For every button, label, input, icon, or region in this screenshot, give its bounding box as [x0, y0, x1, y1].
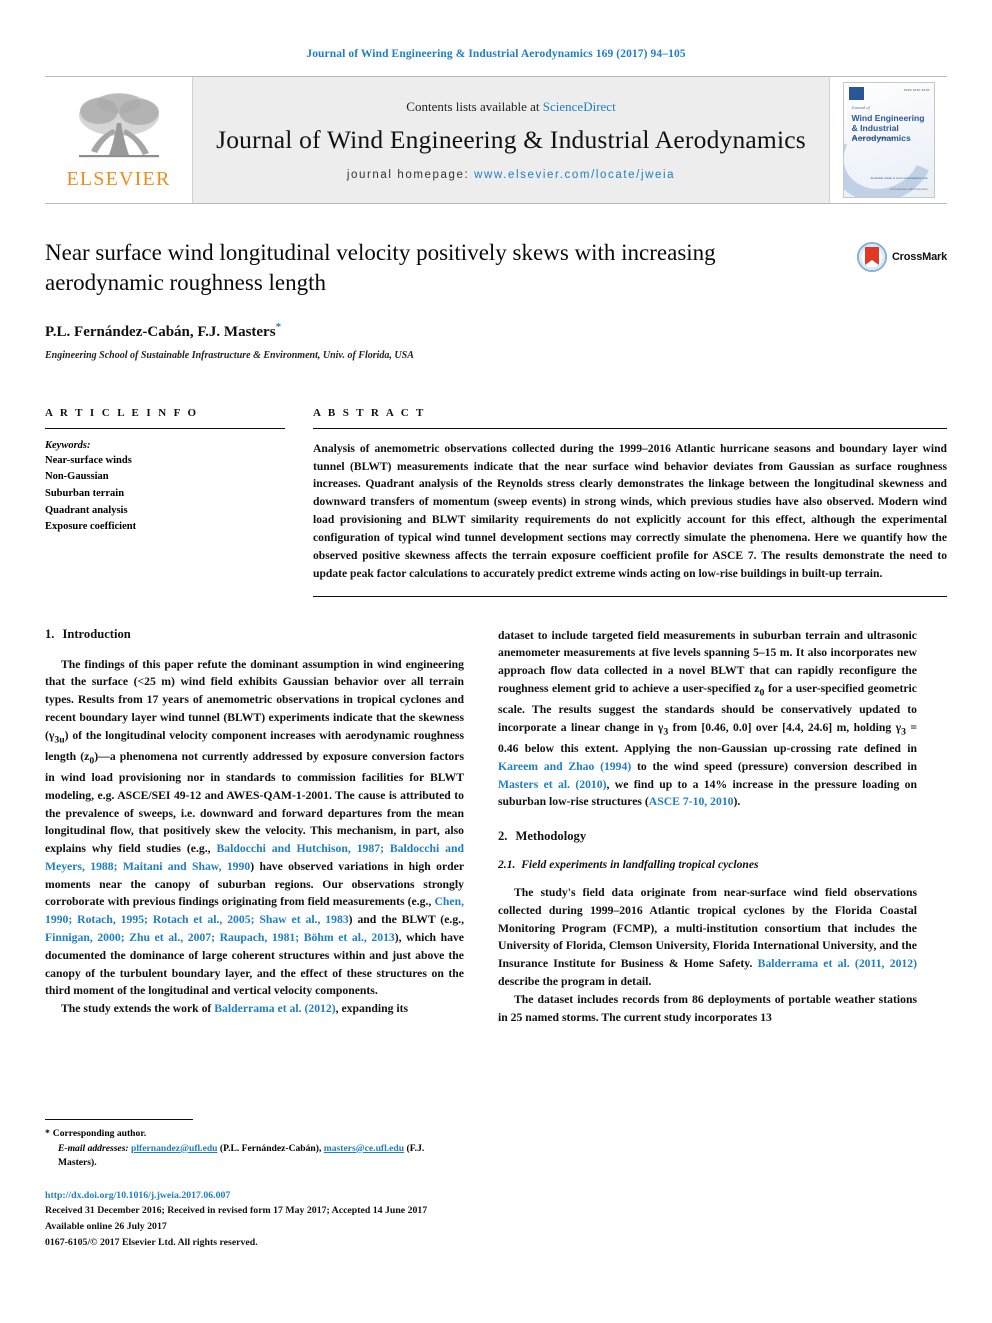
article-info-column: A R T I C L E I N F O Keywords: Near-sur… [45, 407, 285, 597]
body-column-right: dataset to include targeted field measur… [498, 627, 917, 1027]
section-heading-introduction: 1. Introduction [45, 627, 464, 642]
section-title: Methodology [515, 829, 587, 844]
body-columns: 1. Introduction The findings of this pape… [45, 627, 947, 1027]
intro2-text-f: to the wind speed (pressure) conversion … [631, 759, 917, 773]
cover-pre-title: Journal of [851, 105, 870, 110]
journal-title: Journal of Wind Engineering & Industrial… [216, 125, 806, 154]
abstract-heading: A B S T R A C T [313, 406, 426, 419]
article-info-rule [45, 427, 285, 429]
publication-metadata: http://dx.doi.org/10.1016/j.jweia.2017.0… [45, 1188, 464, 1251]
cover-bottom-text: Available online at www.sciencedirect.co… [870, 176, 928, 181]
intro-text-e: ) and the BLWT (e.g., [348, 913, 465, 927]
homepage-label: journal homepage: [346, 169, 475, 181]
journal-masthead: ELSEVIER Contents lists available at Sci… [45, 76, 947, 204]
footnote-rule [45, 1119, 193, 1121]
contents-lists-line: Contents lists available at ScienceDirec… [406, 99, 615, 115]
citation-link[interactable]: Masters et al. (2010) [498, 778, 607, 791]
email-link-author1[interactable]: plfernandez@ufl.edu [131, 1143, 217, 1154]
subsection-heading-field-experiments: 2.1. Field experiments in landfalling tr… [498, 858, 917, 871]
info-abstract-row: A R T I C L E I N F O Keywords: Near-sur… [45, 407, 947, 597]
cover-subtitle: VOLUME 169 OCTOBER 2017 [851, 136, 895, 140]
doi-link[interactable]: http://dx.doi.org/10.1016/j.jweia.2017.0… [45, 1188, 464, 1204]
intro-text-c: )—a phenomena not currently addressed by… [45, 749, 464, 856]
section-heading-methodology: 2. Methodology [498, 829, 917, 844]
intro2-text-d: from [0.46, 0.0] over [4.4, 24.6] m, hol… [668, 720, 902, 734]
corresponding-author-note: * Corresponding author. [45, 1127, 464, 1141]
available-online-date: Available online 26 July 2017 [45, 1221, 167, 1233]
copyright-line: 0167-6105/© 2017 Elsevier Ltd. All right… [45, 1237, 258, 1249]
methodology-paragraph-2: The dataset includes records from 86 dep… [498, 992, 917, 1024]
citation-link[interactable]: ASCE 7-10, 2010 [649, 795, 734, 808]
methodology-paragraph-1: The study's field data originate from ne… [498, 884, 917, 991]
corresponding-author-text: Corresponding author. [52, 1128, 147, 1140]
citation-link[interactable]: Balderrama et al. (2011, 2012) [758, 957, 917, 970]
footer-zone: * Corresponding author. E-mail addresses:… [45, 1119, 464, 1251]
journal-homepage-line: journal homepage: www.elsevier.com/locat… [347, 169, 675, 181]
cover-issn: ISSN 0167-6105 [903, 88, 930, 92]
citation-link[interactable]: Finnigan, 2000; Zhu et al., 2007; Raupac… [45, 931, 395, 944]
intro-paragraph-1: The findings of this paper refute the do… [45, 656, 464, 1001]
email-link-author2[interactable]: masters@ce.ufl.edu [324, 1143, 404, 1154]
keywords-label: Keywords: [45, 439, 91, 451]
crossmark-label: CrossMark [891, 251, 947, 263]
subsection-title: Field experiments in landfalling tropica… [521, 858, 759, 872]
running-head: Journal of Wind Engineering & Industrial… [306, 48, 686, 60]
abstract-bottom-rule [313, 595, 947, 597]
received-dates: Received 31 December 2016; Received in r… [45, 1205, 428, 1217]
keyword-item: Near-surface winds [45, 454, 132, 466]
keyword-item: Non-Gaussian [45, 471, 109, 483]
elsevier-logo: ELSEVIER [45, 77, 193, 203]
affiliation: Engineering School of Sustainable Infras… [45, 349, 414, 361]
keyword-item: Exposure coefficient [45, 521, 137, 533]
page-title: Near surface wind longitudinal velocity … [45, 240, 716, 295]
citation-link[interactable]: Kareem and Zhao (1994) [498, 760, 631, 773]
email-addresses-note: E-mail addresses: plfernandez@ufl.edu (P… [45, 1142, 464, 1171]
subsection-number: 2.1. [498, 858, 516, 872]
email-label: E-mail addresses: [58, 1142, 129, 1154]
keyword-item: Quadrant analysis [45, 504, 128, 516]
intro2-text-a: The study extends the work of [61, 1002, 215, 1016]
elsevier-tree-icon [78, 93, 159, 158]
elsevier-wordmark: ELSEVIER [66, 168, 171, 190]
corresponding-author-marker: * [275, 320, 282, 333]
section-number: 1. [45, 626, 55, 641]
masthead-center: Contents lists available at ScienceDirec… [193, 77, 829, 203]
sciencedirect-link[interactable]: ScienceDirect [543, 99, 616, 114]
abstract-rule [313, 427, 947, 429]
article-page: Journal of Wind Engineering & Industrial… [0, 0, 992, 1323]
cover-bottom-url: www.elsevier.com/locate/jweia [890, 187, 928, 191]
intro2-text-b: , expanding its [335, 1002, 409, 1016]
cover-elsevier-mark [848, 87, 864, 100]
email-owner-1: (P.L. Fernández-Cabán), [217, 1142, 324, 1154]
abstract-text: Analysis of anemometric observations col… [313, 441, 947, 580]
journal-cover-thumbnail: ISSN 0167-6105 Journal of Wind Engineeri… [829, 77, 947, 203]
article-info-heading: A R T I C L E I N F O [45, 406, 199, 419]
keyword-item: Suburban terrain [45, 487, 125, 499]
abstract-column: A B S T R A C T Analysis of anemometric … [313, 407, 947, 597]
citation-link[interactable]: Balderrama et al. (2012) [214, 1002, 335, 1015]
author-names: P.L. Fernández-Cabán, F.J. Masters [45, 323, 276, 340]
crossmark-icon [856, 242, 887, 272]
cover-image: ISSN 0167-6105 Journal of Wind Engineeri… [842, 82, 935, 198]
section-title: Introduction [62, 626, 131, 641]
intro-paragraph-2-cont: dataset to include targeted field measur… [498, 627, 917, 812]
intro-paragraph-2: The study extends the work of Balderrama… [45, 1000, 464, 1018]
intro2-text-h: ). [733, 795, 741, 809]
intro-sub-1: 3u [54, 733, 65, 745]
section-number: 2. [498, 829, 508, 844]
title-block: Near surface wind longitudinal velocity … [45, 238, 947, 361]
crossmark-badge[interactable]: CrossMark [856, 242, 947, 272]
footnote-marker: * [45, 1128, 50, 1140]
contents-prefix: Contents lists available at [406, 99, 543, 114]
meth-text-b: describe the program in detail. [498, 974, 652, 988]
author-list: P.L. Fernández-Cabán, F.J. Masters* [45, 321, 947, 341]
homepage-url-link[interactable]: www.elsevier.com/locate/jweia [474, 169, 675, 181]
body-column-left: 1. Introduction The findings of this pape… [45, 627, 464, 1027]
